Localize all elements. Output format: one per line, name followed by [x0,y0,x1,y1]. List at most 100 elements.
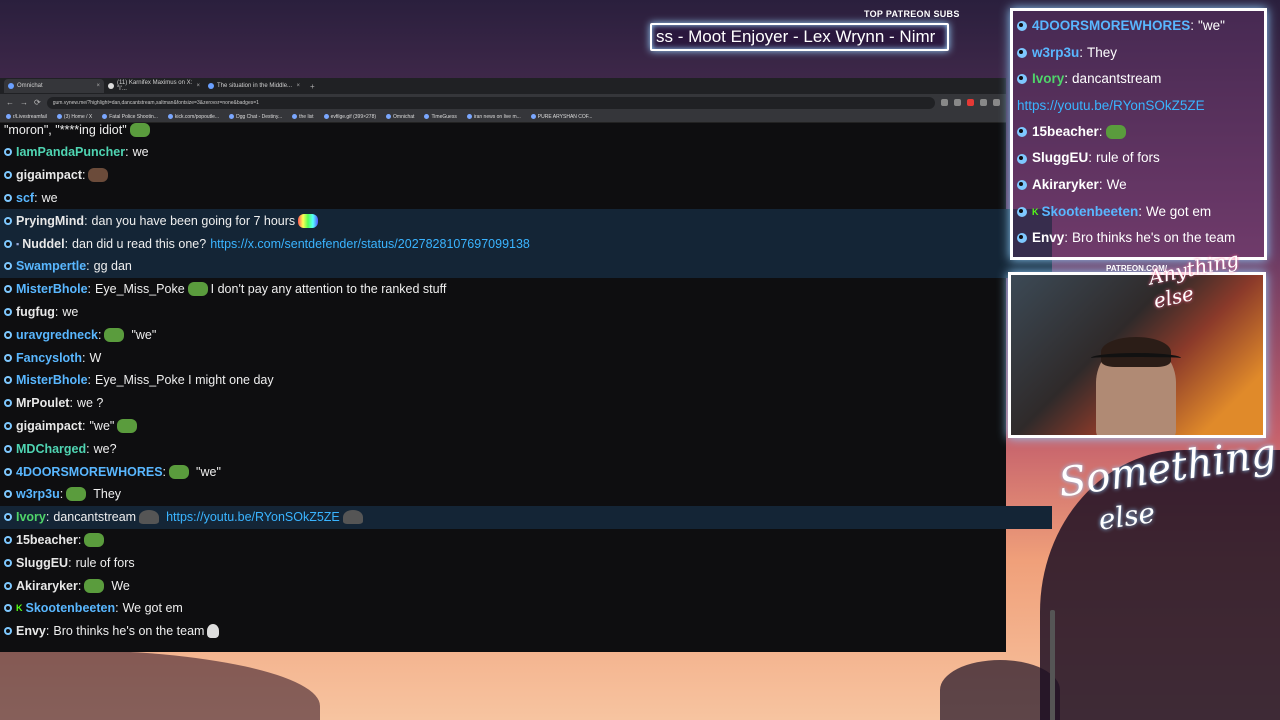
bookmark-icon [530,114,536,119]
bookmark-item[interactable]: TimeGuess [424,114,457,120]
username[interactable]: fugfug [16,305,55,319]
colon: : [45,624,50,639]
message-link[interactable]: https://x.com/sentdefender/status/202782… [210,237,530,251]
username[interactable]: uravgredneck [16,328,98,342]
user-dot-icon [1017,47,1027,58]
bookmark-label: the list [299,113,314,120]
bookmark-item[interactable]: (3) Home / X [56,114,92,120]
overlay-message: Ivory: dancantstream [1017,66,1260,93]
bookmark-icon [56,114,62,119]
username[interactable]: gigaimpact [16,168,82,182]
username[interactable]: Swampertle [16,259,86,273]
tab-omnichat[interactable]: Omnichat × [4,79,104,93]
close-icon[interactable]: × [96,83,100,89]
new-tab-button[interactable]: + [304,82,321,91]
user-dot-icon [4,148,12,157]
tab-x-post[interactable]: (11) Karnifex Maximus on X: "I'... × [104,79,204,93]
close-icon[interactable]: × [296,83,300,89]
bookmark-item[interactable]: Fatal Police Shootin... [102,114,158,120]
bookmark-item[interactable]: r/Livestreamfail [6,114,47,120]
close-icon[interactable]: × [196,83,200,89]
colon: : [69,396,73,411]
colon: : [162,464,167,479]
chat-message: PryingMind: dan you have been going for 7… [0,209,1052,233]
username[interactable]: MisterBhole [16,282,88,296]
forward-icon[interactable]: → [20,98,28,107]
tab-label: Omnichat [17,83,43,89]
username: Akiraryker [1032,176,1099,192]
username[interactable]: Fancysloth [16,351,82,365]
message-link[interactable]: https://youtu.be/RYonSOkZ5ZE [166,510,340,524]
user-dot-icon [1017,74,1027,85]
bookmark-label: Dgg Chat - Destiny... [236,113,283,120]
username: SluggEU [1032,150,1089,166]
message-text: Bro thinks he's on the team [53,624,205,639]
user-dot-icon [4,330,12,339]
scrollbar[interactable] [1050,610,1055,720]
patreon-subs-label: TOP PATREON SUBS [864,9,960,19]
bookmarks-bar: r/Livestreamfail (3) Home / X Fatal Police… [0,111,1006,123]
star-icon[interactable] [954,99,961,106]
tab-middle-east[interactable]: The situation in the Middle... × [204,79,304,93]
profile-icon[interactable] [993,99,1000,106]
bookmark-icon [386,114,392,119]
bookmark-item[interactable]: iran news on live m... [466,114,521,120]
username[interactable]: Akiraryker [16,579,78,593]
user-dot-icon [1017,21,1027,32]
frog-emote-icon [117,418,138,433]
chat-message: MisterBhole: Eye_Miss_Poke I don't pay any… [0,278,1052,301]
username[interactable]: Ivory [16,510,46,524]
username[interactable]: MrPoulet [16,396,69,410]
message-text: "we" [196,464,221,479]
chat-message: "moron", "****ing idiot" [0,123,1052,141]
colon: : [1064,230,1069,246]
username[interactable]: w3rp3u [16,487,60,501]
extension-icon[interactable] [967,99,974,106]
username[interactable]: scf [16,191,34,205]
chat-message: SluggEU: rule of fors [0,551,1052,574]
overlay-message: 4DOORSMOREWHORES: "we" [1017,13,1260,40]
bookmark-item[interactable]: evfilge.gif (399×278) [323,113,377,120]
username[interactable]: 15beacher [16,533,78,547]
chat-message: Akiraryker: We [0,574,1052,597]
reload-icon[interactable]: ⟳ [34,98,41,107]
bookmark-item[interactable]: PURE ARYSHAN COF... [530,114,592,120]
user-dot-icon [4,535,12,544]
back-icon[interactable]: ← [6,98,14,107]
rainbow-emote-icon [298,213,319,228]
colon: : [87,373,92,388]
bookmark-item[interactable]: kick.com/popoutle... [167,114,219,120]
username[interactable]: SluggEU [16,556,68,570]
bookmark-item[interactable]: Omnichat [386,114,414,120]
bookmark-label: evfilge.gif (399×278) [330,113,377,120]
tab-bar: Omnichat × (11) Karnifex Maximus on X: "… [0,78,1006,94]
username[interactable]: IamPandaPuncher [16,145,125,159]
message-text: W [89,350,102,365]
bookmark-item[interactable]: Dgg Chat - Destiny... [229,114,282,120]
colon: : [1190,18,1195,33]
username[interactable]: Skootenbeeten [26,601,116,615]
bookmark-icon [424,114,430,119]
username[interactable]: gigaimpact [16,419,82,433]
user-dot-icon [4,376,12,385]
url-input[interactable]: gum.vynew.me/?highlight=dan,dancantstrea… [46,96,935,109]
message-text: They [93,487,122,502]
bookmark-label: r/Livestreamfail [13,113,47,120]
username[interactable]: MDCharged [16,442,86,456]
username: w3rp3u [1032,44,1080,60]
colon: : [54,304,59,319]
zoom-icon[interactable] [941,99,948,106]
message-text: we ? [76,396,104,411]
extensions-icon[interactable] [980,99,987,106]
username[interactable]: 4DOORSMOREWHORES [16,465,163,479]
tab-label: (11) Karnifex Maximus on X: "I'... [117,80,193,92]
message-text: Bro thinks he's on the team [1072,230,1236,246]
overlay-message: 15beacher: [1017,119,1260,146]
user-dot-icon [4,193,12,202]
username[interactable]: Envy [16,624,46,638]
username[interactable]: MisterBhole [16,373,88,387]
user-dot-icon [4,490,12,499]
username[interactable]: PryingMind [16,214,84,228]
bookmark-item[interactable]: the list [292,113,314,120]
username[interactable]: Nuddel [22,237,64,251]
